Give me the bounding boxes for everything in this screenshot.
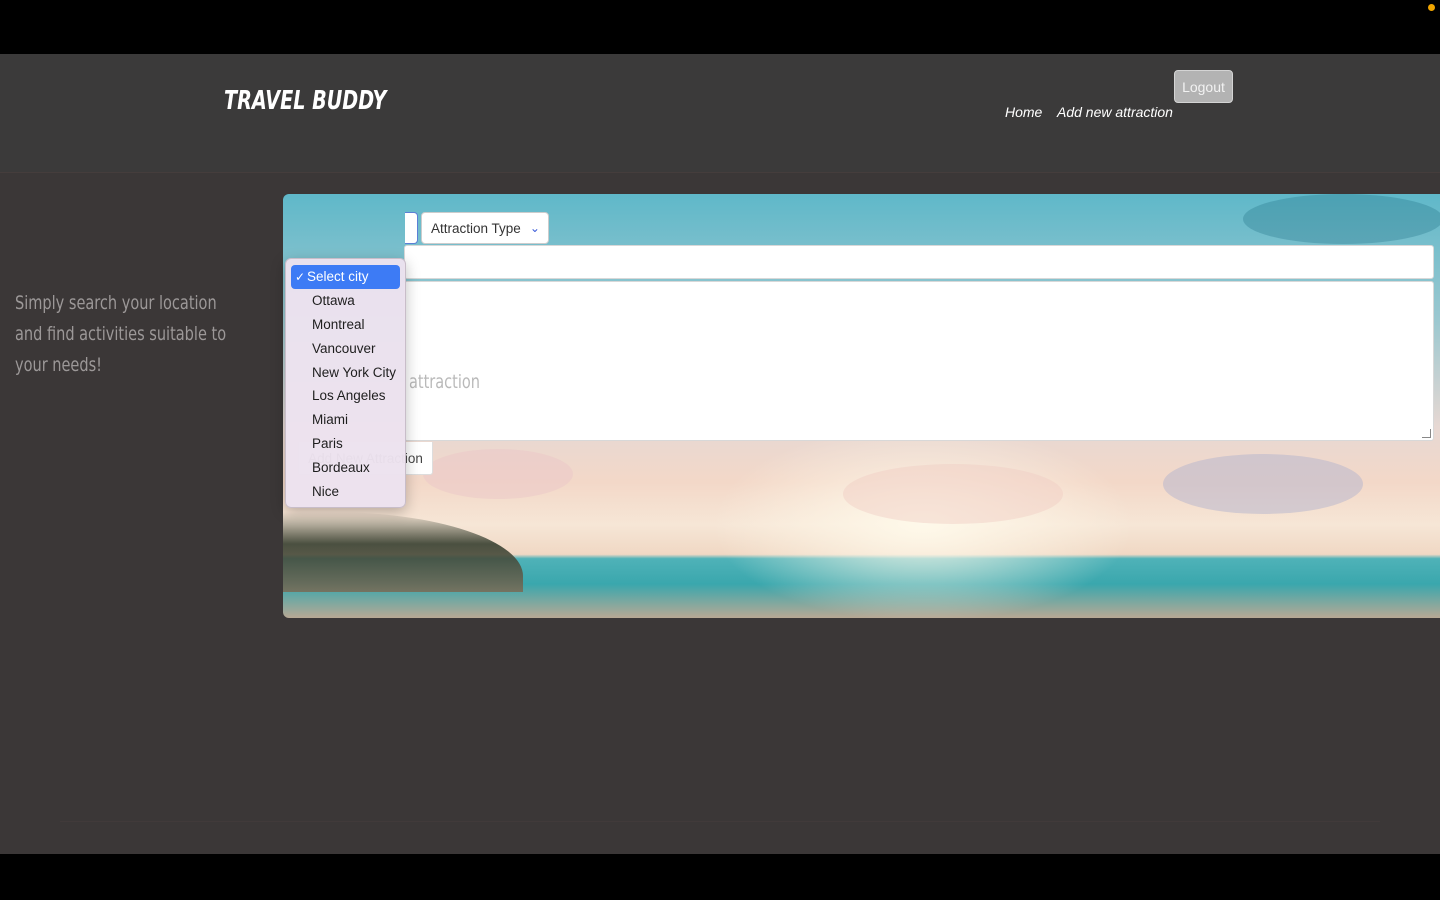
attraction-description-textarea[interactable]: attraction: [404, 281, 1434, 441]
city-option-new-york-city[interactable]: New York City: [291, 360, 400, 384]
nav-home[interactable]: Home: [1005, 104, 1042, 120]
resize-handle[interactable]: [1422, 429, 1431, 438]
city-option-vancouver[interactable]: Vancouver: [291, 336, 400, 360]
logout-button[interactable]: Logout: [1174, 70, 1233, 103]
city-option-montreal[interactable]: Montreal: [291, 313, 400, 337]
footer-divider: [60, 821, 1380, 822]
palm-trees-island: [283, 512, 523, 592]
attraction-name-input[interactable]: [404, 245, 1434, 279]
attraction-type-select[interactable]: Attraction Type ⌄: [421, 212, 549, 244]
city-option-paris[interactable]: Paris: [291, 432, 400, 456]
tagline: Simply search your location and find act…: [15, 292, 227, 376]
status-dot: [1428, 4, 1435, 11]
city-option-bordeaux[interactable]: Bordeaux: [291, 455, 400, 479]
city-dropdown-menu: ✓ Select city Ottawa Montreal Vancouver …: [285, 258, 406, 508]
app-window: TRAVEL BUDDY Home Add new attraction Log…: [0, 54, 1440, 854]
city-option-ottawa[interactable]: Ottawa: [291, 289, 400, 313]
site-logo[interactable]: TRAVEL BUDDY: [224, 86, 386, 116]
city-option-miami[interactable]: Miami: [291, 408, 400, 432]
city-option-los-angeles[interactable]: Los Angeles: [291, 384, 400, 408]
chevron-down-icon: ⌄: [529, 221, 540, 235]
nav-add-attraction[interactable]: Add new attraction: [1057, 104, 1173, 120]
attraction-type-label: Attraction Type: [431, 220, 521, 236]
description-placeholder: attraction: [409, 371, 480, 393]
header: TRAVEL BUDDY Home Add new attraction Log…: [0, 54, 1440, 173]
city-option-nice[interactable]: Nice: [291, 479, 400, 503]
city-select[interactable]: [405, 212, 418, 244]
city-option-select-city[interactable]: ✓ Select city: [291, 265, 400, 289]
check-icon: ✓: [295, 269, 306, 284]
